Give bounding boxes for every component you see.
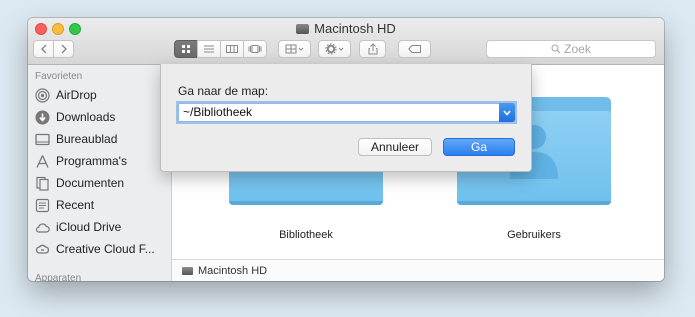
column-view-button[interactable] (220, 40, 244, 58)
sidebar-item-label: Downloads (56, 110, 116, 124)
folder-path-input[interactable]: ~/Bibliotheek (178, 103, 515, 122)
arrange-button[interactable] (278, 40, 311, 58)
sidebar-heading-favorites: Favorieten (35, 71, 83, 82)
sidebar-item-creative-cloud[interactable]: Creative Cloud F... (35, 239, 169, 259)
airdrop-icon (35, 87, 50, 103)
path-bar-item[interactable]: Macintosh HD (198, 265, 267, 277)
view-mode-control (174, 40, 267, 58)
window-title-text: Macintosh HD (314, 21, 396, 36)
sidebar-item-label: Programma's (56, 154, 127, 168)
cloud-icon (35, 220, 50, 235)
cover-flow-icon (248, 45, 262, 53)
sidebar-item-icloud-drive[interactable]: iCloud Drive (35, 217, 169, 237)
sidebar-item-label: Documenten (56, 176, 125, 190)
cancel-button[interactable]: Annuleer (358, 138, 432, 156)
window-title: Macintosh HD (28, 21, 664, 36)
gear-icon (324, 43, 343, 55)
sidebar-item-documents[interactable]: Documenten (35, 173, 169, 193)
go-to-folder-sheet: Ga naar de map: ~/Bibliotheek Annuleer G… (160, 64, 532, 172)
chevron-right-icon (61, 44, 67, 54)
search-placeholder: Zoek (564, 42, 591, 56)
path-bar: Macintosh HD (172, 259, 664, 281)
share-icon (368, 43, 377, 55)
list-view-button[interactable] (197, 40, 221, 58)
go-button[interactable]: Ga (443, 138, 515, 156)
title-bar: Macintosh HD Zoek (28, 18, 664, 65)
share-button[interactable] (359, 40, 386, 58)
sidebar: Favorieten AirDrop Downloads Bureaublad … (28, 65, 172, 281)
cover-flow-button[interactable] (243, 40, 267, 58)
recent-folders-dropdown[interactable] (499, 103, 515, 122)
chevron-down-icon (503, 110, 511, 116)
recent-icon (35, 198, 50, 213)
folder-label-library[interactable]: Bibliotheek (226, 229, 386, 241)
forward-button[interactable] (53, 40, 74, 58)
folder-label-users[interactable]: Gebruikers (454, 229, 614, 241)
sidebar-item-desktop[interactable]: Bureaublad (35, 129, 169, 149)
sidebar-item-label: Recent (56, 198, 95, 212)
arrange-icon (285, 44, 303, 54)
creative-cloud-icon (35, 242, 50, 257)
search-field[interactable]: Zoek (486, 40, 656, 58)
sidebar-item-label: Bureaublad (56, 132, 118, 146)
tags-button[interactable] (398, 40, 431, 58)
action-button[interactable] (318, 40, 351, 58)
sidebar-item-airdrop[interactable]: AirDrop (35, 85, 169, 105)
tag-icon (407, 45, 421, 53)
history-buttons (33, 40, 74, 58)
download-icon (35, 110, 50, 125)
chevron-left-icon (40, 44, 46, 54)
go-to-folder-label: Ga naar de map: (178, 84, 269, 98)
desktop-icon (35, 132, 50, 147)
icon-view-icon (182, 45, 190, 53)
search-icon (551, 44, 561, 54)
hard-drive-icon (296, 24, 310, 34)
list-view-icon (204, 45, 214, 53)
sidebar-item-label: iCloud Drive (56, 220, 122, 234)
applications-icon (35, 154, 50, 169)
sidebar-item-applications[interactable]: Programma's (35, 151, 169, 171)
column-view-icon (226, 45, 238, 53)
documents-icon (35, 176, 50, 191)
sidebar-item-label: Creative Cloud F... (56, 242, 155, 256)
back-button[interactable] (33, 40, 54, 58)
sidebar-item-recent[interactable]: Recent (35, 195, 169, 215)
icon-view-button[interactable] (174, 40, 198, 58)
sidebar-item-downloads[interactable]: Downloads (35, 107, 169, 127)
sidebar-heading-devices: Apparaten (35, 273, 82, 281)
sidebar-item-label: AirDrop (56, 88, 97, 102)
hard-drive-icon (182, 266, 193, 275)
